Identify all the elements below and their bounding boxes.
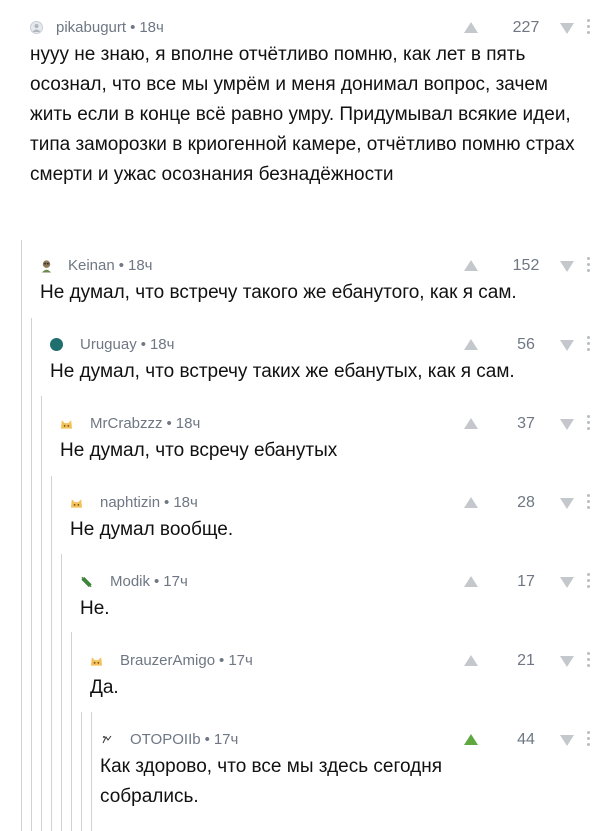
- stripes-avatar-icon[interactable]: [80, 575, 93, 588]
- more-options-icon[interactable]: [587, 257, 590, 275]
- comment-header: OTOPOIIb • 17ч 44: [100, 730, 600, 752]
- downvote-icon[interactable]: [560, 23, 574, 34]
- downvote-icon[interactable]: [560, 498, 574, 509]
- rating-block: 37: [464, 414, 574, 434]
- downvote-icon[interactable]: [560, 735, 574, 746]
- author-name[interactable]: BrauzerAmigo: [120, 652, 215, 669]
- cat-avatar-icon[interactable]: [90, 654, 103, 667]
- downvote-icon[interactable]: [560, 577, 574, 588]
- character-avatar-icon[interactable]: [40, 259, 53, 272]
- cat-avatar-icon[interactable]: [70, 496, 83, 509]
- comment-score: 227: [512, 19, 540, 36]
- comment-header: Uruguay • 18ч 56: [50, 335, 600, 357]
- upvote-icon[interactable]: [464, 734, 478, 745]
- upvote-icon[interactable]: [464, 655, 478, 666]
- comment: Keinan • 18ч 152 Не думал, что встречу так…: [40, 256, 600, 308]
- default-avatar-icon[interactable]: [30, 21, 43, 34]
- comment: MrCrabzzz • 18ч 37 Не думал, что всречу еб…: [60, 414, 600, 466]
- upvote-icon[interactable]: [464, 576, 478, 587]
- rating-block: 152: [464, 256, 574, 276]
- more-options-icon[interactable]: [587, 494, 590, 512]
- comment-header: naphtizin • 18ч 28: [70, 493, 600, 515]
- comment-header: pikabugurt • 18ч 227: [30, 18, 600, 40]
- comment: Modik • 17ч 17 Не.: [80, 572, 600, 624]
- thread-line[interactable]: [71, 632, 72, 831]
- thread-line[interactable]: [61, 554, 62, 831]
- downvote-icon[interactable]: [560, 419, 574, 430]
- rating-block: 21: [464, 651, 574, 671]
- more-options-icon[interactable]: [587, 731, 590, 749]
- downvote-icon[interactable]: [560, 340, 574, 351]
- thread-line[interactable]: [91, 712, 92, 831]
- comment-time[interactable]: 18ч: [150, 336, 175, 353]
- thread-line[interactable]: [21, 240, 22, 831]
- more-options-icon[interactable]: [587, 573, 590, 591]
- comment: Uruguay • 18ч 56 Не думал, что встречу так…: [50, 335, 600, 387]
- comment-header: MrCrabzzz • 18ч 37: [60, 414, 600, 436]
- upvote-icon[interactable]: [464, 260, 478, 271]
- comment: pikabugurt • 18ч 227 нууу не знаю, я вполн…: [30, 18, 600, 190]
- comment-header: Modik • 17ч 17: [80, 572, 600, 594]
- comment: naphtizin • 18ч 28 Не думал вообще.: [70, 493, 600, 545]
- comment-score: 17: [517, 573, 535, 590]
- author-name[interactable]: Modik: [110, 573, 150, 590]
- more-options-icon[interactable]: [587, 19, 590, 37]
- author-name[interactable]: pikabugurt: [56, 19, 126, 36]
- comment-time[interactable]: 17ч: [214, 731, 239, 748]
- comment: OTOPOIIb • 17ч 44 Как здорово, что все мы …: [100, 730, 600, 812]
- rating-block: 227: [464, 18, 574, 38]
- comment-time[interactable]: 18ч: [173, 494, 198, 511]
- upvote-icon[interactable]: [464, 339, 478, 350]
- comment-text: Да.: [90, 677, 119, 698]
- rating-block: 56: [464, 335, 574, 355]
- author-name[interactable]: Uruguay: [80, 336, 137, 353]
- more-options-icon[interactable]: [587, 415, 590, 433]
- comment-text: Не думал, что всречу ебанутых: [60, 440, 338, 461]
- comment-text: Не думал, что встречу такого же ебанутог…: [40, 282, 517, 303]
- comment-score: 21: [517, 652, 535, 669]
- upvote-icon[interactable]: [464, 497, 478, 508]
- comment-score: 56: [517, 336, 535, 353]
- thread-line[interactable]: [31, 318, 32, 831]
- comment-time[interactable]: 18ч: [176, 415, 201, 432]
- comment-text: Не думал вообще.: [70, 519, 234, 540]
- globe-avatar-icon[interactable]: [50, 338, 63, 351]
- author-name[interactable]: OTOPOIIb: [130, 731, 201, 748]
- comment: BrauzerAmigo • 17ч 21 Да.: [90, 651, 600, 703]
- rating-block: 17: [464, 572, 574, 592]
- upvote-icon[interactable]: [464, 22, 478, 33]
- comment-text: Не.: [80, 598, 110, 619]
- comment-text: Как здорово, что все мы здесь сегодня со…: [100, 756, 442, 807]
- comment-header: Keinan • 18ч 152: [40, 256, 600, 278]
- comment-text: Не думал, что встречу таких же ебанутых,…: [50, 361, 515, 382]
- downvote-icon[interactable]: [560, 656, 574, 667]
- comment-time[interactable]: 18ч: [139, 19, 164, 36]
- sketch-avatar-icon[interactable]: [100, 733, 113, 746]
- comment-score: 44: [517, 731, 535, 748]
- thread-line[interactable]: [81, 712, 82, 831]
- comment-time[interactable]: 17ч: [163, 573, 188, 590]
- cat-avatar-icon[interactable]: [60, 417, 73, 430]
- comment-time[interactable]: 17ч: [228, 652, 253, 669]
- rating-block: 28: [464, 493, 574, 513]
- downvote-icon[interactable]: [560, 261, 574, 272]
- author-name[interactable]: naphtizin: [100, 494, 160, 511]
- comment-score: 28: [517, 494, 535, 511]
- comment-header: BrauzerAmigo • 17ч 21: [90, 651, 600, 673]
- thread-line[interactable]: [51, 476, 52, 831]
- comment-text: нууу не знаю, я вполне отчётливо помню, …: [30, 44, 575, 185]
- more-options-icon[interactable]: [587, 652, 590, 670]
- more-options-icon[interactable]: [587, 336, 590, 354]
- rating-block: 44: [464, 730, 574, 750]
- upvote-icon[interactable]: [464, 418, 478, 429]
- comment-score: 152: [512, 257, 540, 274]
- comment-score: 37: [517, 415, 535, 432]
- comment-time[interactable]: 18ч: [128, 257, 153, 274]
- thread-line[interactable]: [41, 396, 42, 831]
- author-name[interactable]: MrCrabzzz: [90, 415, 163, 432]
- author-name[interactable]: Keinan: [68, 257, 115, 274]
